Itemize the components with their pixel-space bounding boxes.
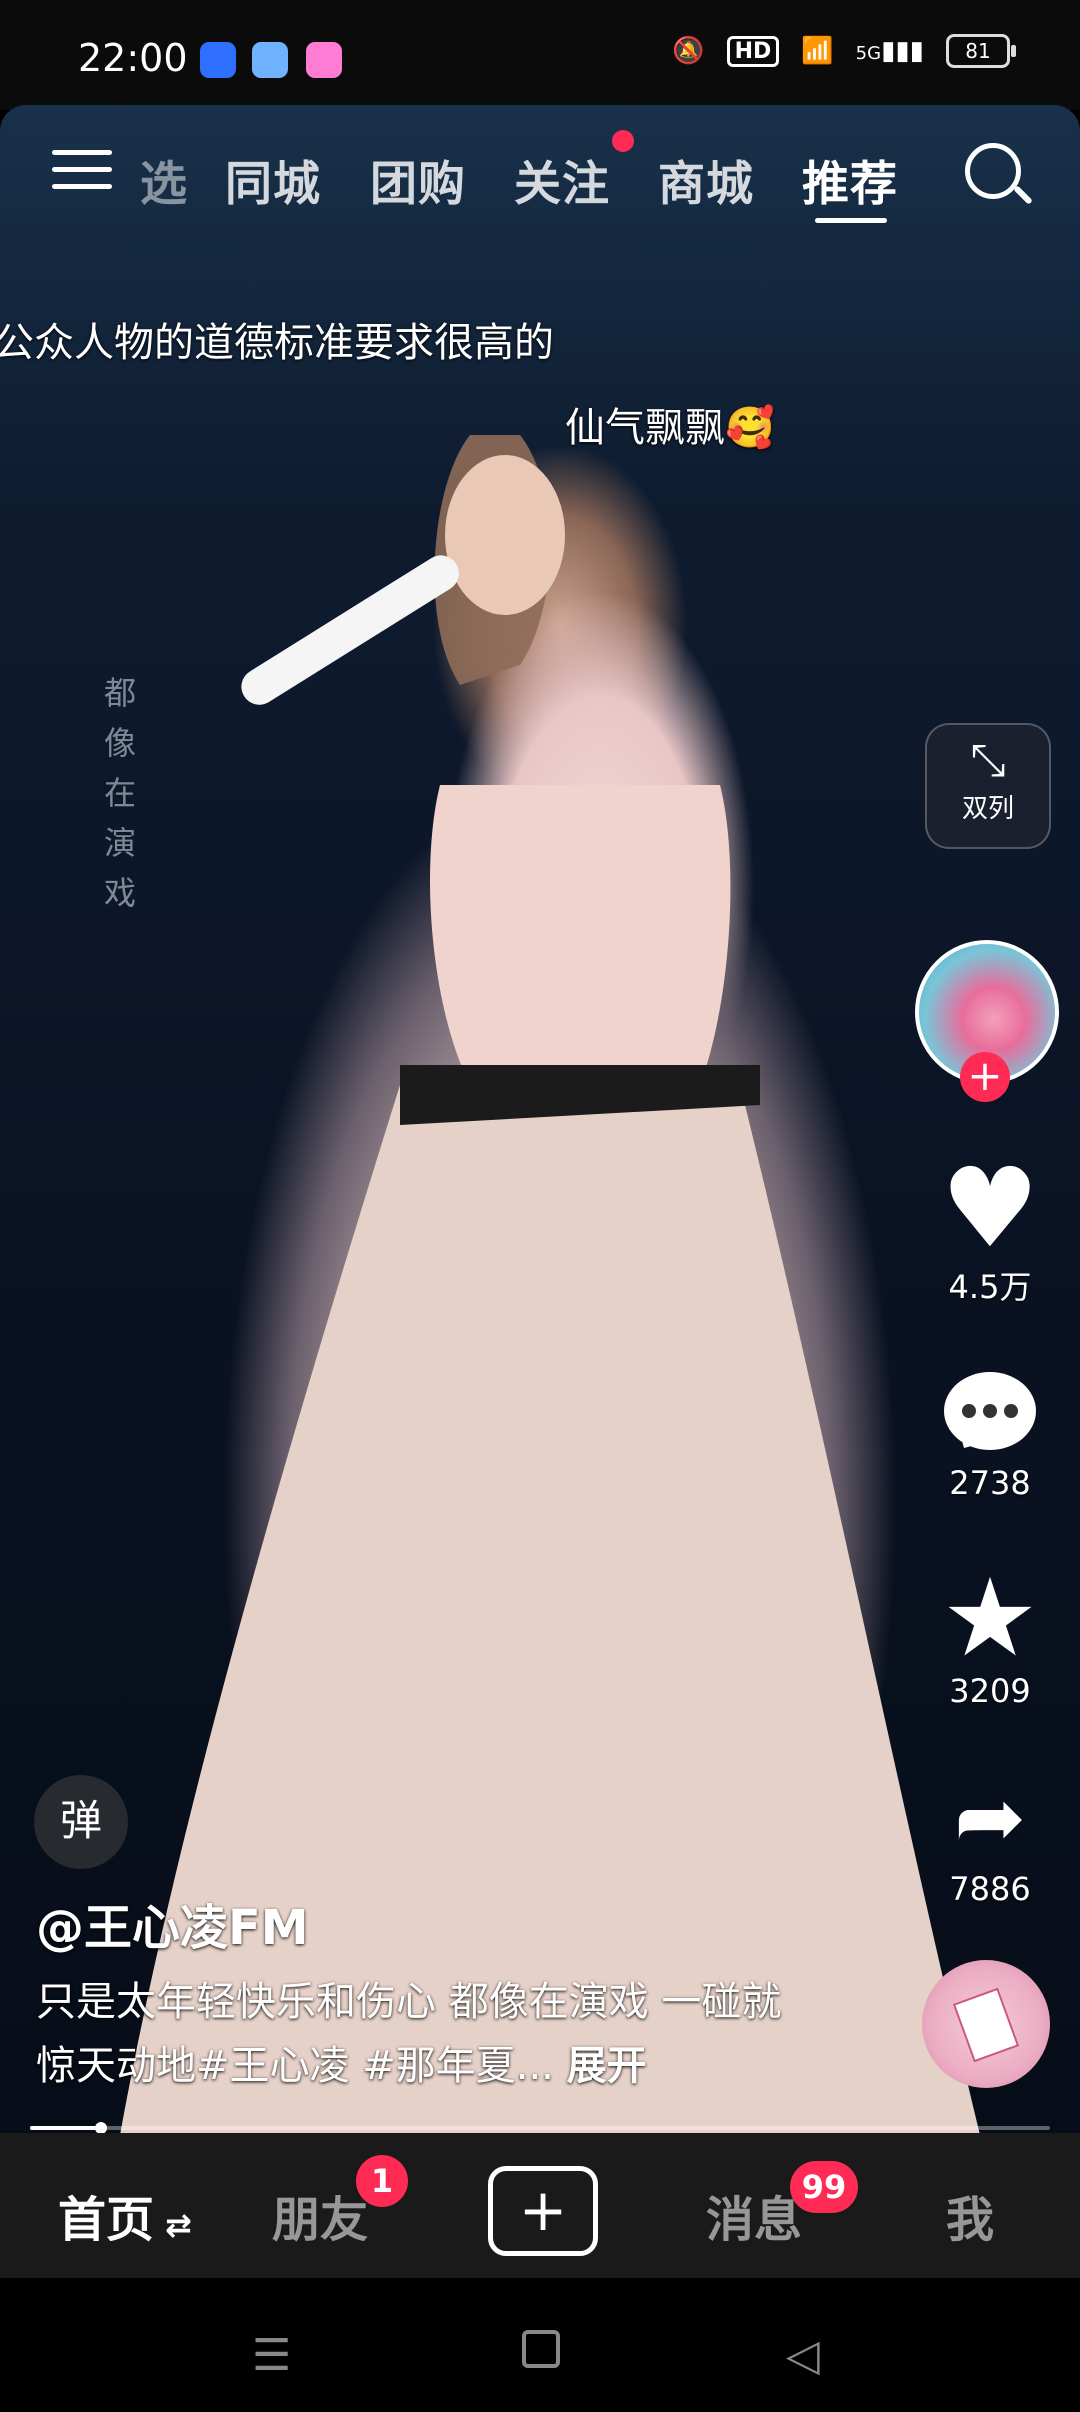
video-frame bbox=[120, 435, 980, 2133]
tab-tuangou[interactable]: 团购 bbox=[370, 145, 466, 214]
tab-partial[interactable]: 选 bbox=[140, 145, 188, 214]
app-notification-icon bbox=[306, 42, 342, 78]
heart-icon: ♥ bbox=[940, 1144, 1040, 1272]
app-notification-icon bbox=[200, 42, 236, 78]
friends-badge: 1 bbox=[356, 2155, 408, 2207]
signal-icon: 5G▮▮▮ bbox=[855, 36, 924, 66]
author-name[interactable]: @王心凌FM bbox=[36, 1888, 309, 1958]
share-count: 7886 bbox=[949, 1870, 1031, 1908]
share-button[interactable]: ➦ 7886 bbox=[930, 1770, 1050, 1908]
progress-fill bbox=[30, 2126, 102, 2130]
tab-mall[interactable]: 商城 bbox=[658, 145, 754, 214]
danmaku-toggle-button[interactable]: 弹 bbox=[34, 1775, 128, 1869]
like-button[interactable]: ♥ 4.5万 bbox=[930, 1144, 1050, 1308]
favorite-button[interactable]: ★ 3209 bbox=[930, 1556, 1050, 1711]
comment-button[interactable]: 2738 bbox=[930, 1372, 1050, 1502]
video-player[interactable] bbox=[0, 105, 1080, 2133]
notification-muted-icon: 🔕 bbox=[672, 36, 705, 66]
tab-recommend[interactable]: 推荐 bbox=[802, 145, 898, 214]
menu-icon[interactable] bbox=[52, 150, 112, 194]
comment-icon bbox=[944, 1372, 1036, 1450]
app-notification-icon bbox=[252, 42, 288, 78]
video-description[interactable]: 只是太年轻快乐和伤心 都像在演戏 一碰就惊天动地#王心凌 #那年夏... 展开 bbox=[36, 1970, 806, 2098]
star-icon: ★ bbox=[941, 1556, 1039, 1681]
share-arrow-icon: ➦ bbox=[953, 1768, 1027, 1868]
tab-follow[interactable]: 关注 bbox=[514, 145, 610, 214]
back-icon[interactable]: ◁ bbox=[786, 2330, 820, 2381]
messages-badge: 99 bbox=[790, 2161, 858, 2213]
status-bar: 22:00 🔕 HD 📶 5G▮▮▮ 81 bbox=[0, 0, 1080, 110]
video-progress-bar[interactable] bbox=[30, 2122, 1050, 2134]
create-post-button[interactable]: + bbox=[488, 2166, 598, 2256]
collapse-arrows-icon: ⤡ bbox=[970, 735, 1006, 786]
status-icons: 🔕 HD 📶 5G▮▮▮ 81 bbox=[672, 34, 1016, 68]
video-caption-vertical: 都像在演戏 bbox=[104, 674, 137, 912]
active-tab-indicator bbox=[815, 218, 887, 223]
search-icon[interactable] bbox=[965, 143, 1021, 199]
nav-me[interactable]: 我 bbox=[946, 2180, 994, 2250]
music-disc[interactable] bbox=[922, 1960, 1050, 2088]
dual-column-button[interactable]: ⤡ 双列 bbox=[925, 723, 1051, 849]
tab-tongcheng[interactable]: 同城 bbox=[225, 145, 321, 214]
nav-friends[interactable]: 朋友 bbox=[272, 2180, 368, 2250]
wifi-icon: 📶 bbox=[801, 36, 834, 66]
follow-notification-dot bbox=[612, 130, 634, 152]
swap-icon: ⇄ bbox=[154, 2206, 192, 2244]
dual-column-label: 双列 bbox=[961, 794, 1014, 824]
description-text: 只是太年轻快乐和伤心 都像在演戏 一碰就惊天动地#王心凌 #那年夏... bbox=[36, 1979, 782, 2089]
battery-icon: 81 bbox=[946, 34, 1016, 68]
danmaku-comment: 公众人物的道德标准要求很高的 bbox=[0, 320, 554, 366]
home-icon[interactable] bbox=[522, 2330, 560, 2368]
follow-plus-button[interactable]: + bbox=[960, 1052, 1010, 1102]
danmaku-comment: 仙气飘飘🥰 bbox=[565, 405, 775, 451]
recents-icon[interactable]: ☰ bbox=[252, 2330, 291, 2381]
nav-messages[interactable]: 消息 bbox=[706, 2180, 802, 2250]
nav-home[interactable]: 首页 ⇄ bbox=[58, 2180, 192, 2250]
expand-link[interactable]: 展开 bbox=[567, 2043, 647, 2089]
hd-icon: HD bbox=[726, 35, 780, 67]
clock: 22:00 bbox=[78, 36, 188, 80]
comment-count: 2738 bbox=[949, 1464, 1031, 1502]
